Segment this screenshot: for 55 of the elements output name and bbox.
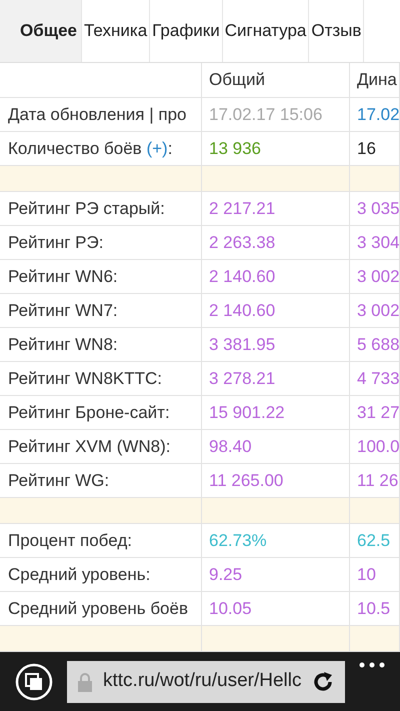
address-field[interactable]: kttc.ru/wot/ru/user/Hellc: [67, 660, 345, 702]
value-text: 2 140.60: [209, 300, 276, 322]
row-label: Рейтинг РЭ:: [8, 232, 104, 254]
value-text: 3 278.21: [209, 368, 276, 390]
column-header: Общий: [209, 69, 265, 92]
value-text: 4 733: [357, 368, 399, 390]
row-label: Рейтинг WN6:: [8, 266, 118, 288]
value-text: 100.0: [357, 436, 399, 458]
value-text: 2 140.60: [209, 266, 276, 288]
tab[interactable]: Техника: [82, 0, 150, 62]
value-text: 10: [357, 564, 376, 586]
reload-icon[interactable]: [312, 670, 334, 692]
value-text: 10.05: [209, 598, 252, 620]
tab[interactable]: Отзыв: [309, 0, 364, 62]
value-text: 98.40: [209, 436, 252, 458]
value-text: 17.02: [357, 104, 399, 126]
row-label: Средний уровень боёв: [8, 598, 188, 620]
value-text: 17.02.17 15:06: [209, 104, 322, 126]
tab[interactable]: Сигнатура: [222, 0, 310, 62]
value-text: 10.5: [357, 598, 390, 620]
value-text: 11 265.00: [209, 470, 284, 492]
tabs-icon[interactable]: [15, 662, 53, 700]
row-label: Рейтинг Броне-сайт:: [8, 402, 170, 424]
value-text: 15 901.22: [209, 402, 285, 424]
row-label: Рейтинг WN8KTTC:: [8, 368, 162, 390]
add-link[interactable]: (+): [146, 138, 168, 158]
value-text: 3 002: [357, 266, 399, 288]
more-icon[interactable]: [359, 662, 385, 668]
row-label: Рейтинг WN8:: [8, 334, 118, 356]
row-label: Средний уровень:: [8, 564, 150, 586]
value-text: 11 26: [357, 470, 398, 492]
row-label: Рейтинг WG:: [8, 470, 110, 492]
value-text: 62.5: [357, 530, 390, 552]
value-text: 9.25: [209, 564, 242, 586]
row-label: Процент побед:: [8, 530, 132, 552]
row-label: Рейтинг РЭ старый:: [8, 198, 165, 220]
value-text: 2 217.21: [209, 198, 276, 220]
value-text: 3 035: [357, 198, 399, 220]
value-text: 3 381.95: [209, 334, 276, 356]
value-text: 2 263.38: [209, 232, 276, 254]
value-text: 13 936: [209, 138, 261, 160]
value-text: 3 002: [357, 300, 399, 322]
value-text: 31 27: [357, 402, 399, 424]
column-header: Дина: [357, 69, 397, 92]
row-label: Рейтинг XVM (WN8):: [8, 436, 171, 458]
url-text: kttc.ru/wot/ru/user/Hellc: [103, 669, 302, 694]
value-text: 62.73%: [209, 530, 267, 552]
row-label: Количество боёв (+):: [8, 138, 172, 160]
row-label: Рейтинг WN7:: [8, 300, 118, 322]
value-text: 3 304: [357, 232, 399, 254]
lock-icon: [77, 672, 93, 692]
row-label: Дата обновления | про: [8, 104, 186, 126]
value-text: 16: [357, 138, 376, 160]
value-text: 5 688: [357, 334, 399, 356]
tab[interactable]: Общее: [0, 0, 82, 62]
